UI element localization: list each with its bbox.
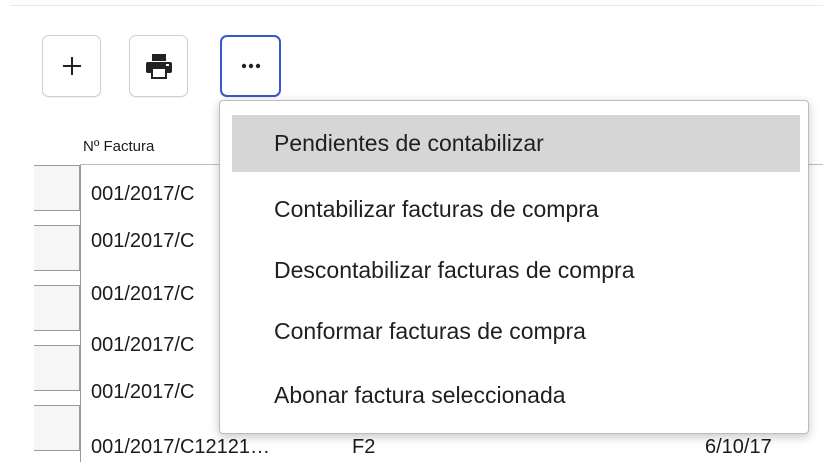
row-selector[interactable]	[34, 225, 80, 271]
row-selector[interactable]	[34, 285, 80, 331]
table-row-invoice-number[interactable]: 001/2017/C12121…	[91, 436, 270, 459]
printer-icon	[145, 53, 173, 79]
table-row[interactable]: 001/2017/C	[91, 334, 194, 357]
add-button[interactable]	[42, 35, 101, 97]
menu-item-contabilizar-facturas[interactable]: Contabilizar facturas de compra	[232, 181, 800, 238]
table-row[interactable]: 001/2017/C	[91, 381, 194, 404]
row-selector[interactable]	[34, 165, 80, 211]
table-row[interactable]: 001/2017/C	[91, 230, 194, 253]
row-selector[interactable]	[34, 345, 80, 391]
table-row-type[interactable]: F2	[352, 436, 375, 459]
print-button[interactable]	[129, 35, 188, 97]
column-header-invoice-number[interactable]: Nº Factura	[83, 138, 154, 155]
column-divider	[80, 165, 81, 462]
menu-item-conformar-facturas[interactable]: Conformar facturas de compra	[232, 303, 800, 360]
more-options-menu: Pendientes de contabilizar Contabilizar …	[219, 100, 809, 434]
plus-icon	[62, 56, 82, 76]
more-options-button[interactable]	[220, 35, 281, 97]
table-row[interactable]: 001/2017/C	[91, 283, 194, 306]
menu-item-descontabilizar-facturas[interactable]: Descontabilizar facturas de compra	[232, 242, 800, 299]
table-row-date[interactable]: 6/10/17	[705, 436, 772, 459]
table-row[interactable]: 001/2017/C	[91, 183, 194, 206]
menu-item-pendientes-contabilizar[interactable]: Pendientes de contabilizar	[232, 115, 800, 172]
row-selector[interactable]	[34, 405, 80, 451]
menu-item-abonar-factura[interactable]: Abonar factura seleccionada	[232, 367, 800, 424]
ellipsis-icon	[241, 63, 261, 69]
top-divider	[10, 0, 823, 6]
